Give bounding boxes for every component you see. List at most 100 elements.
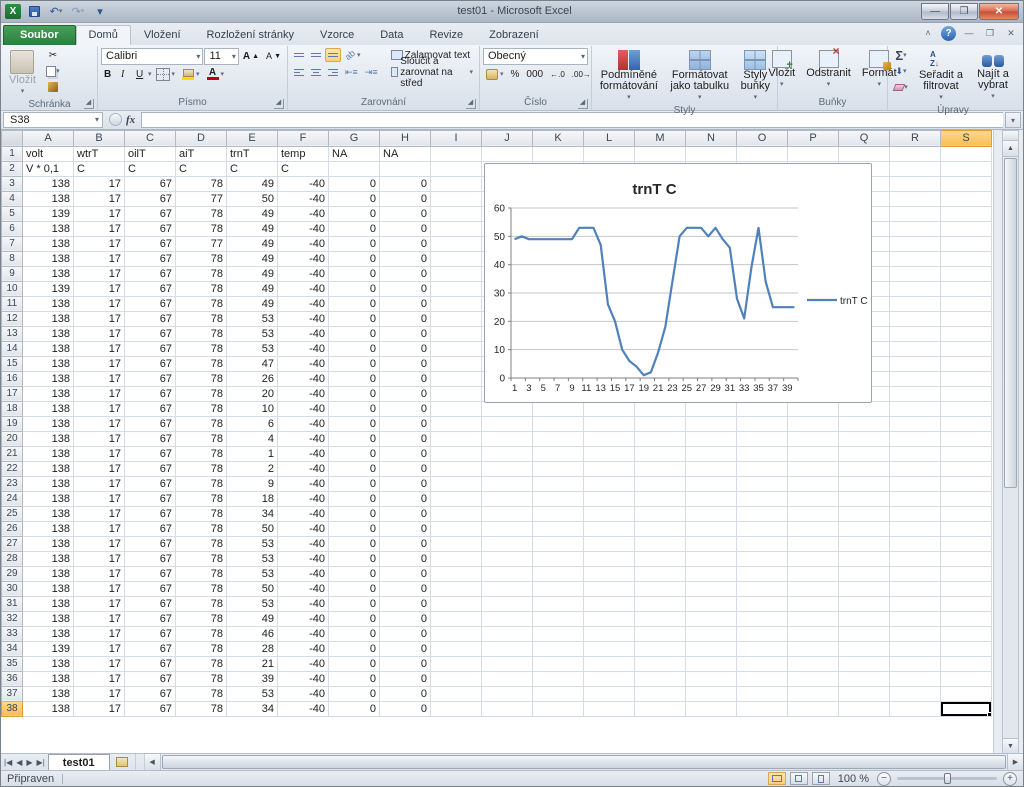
cell-J25[interactable] [482,506,533,521]
cell-H29[interactable]: 0 [380,566,431,581]
cell-I5[interactable] [431,206,482,221]
row-header-10[interactable]: 10 [2,281,23,296]
row-header-9[interactable]: 9 [2,266,23,281]
cell-S6[interactable] [941,221,992,236]
cell-E16[interactable]: 26 [227,371,278,386]
cell-R12[interactable] [890,311,941,326]
cell-B9[interactable]: 17 [74,266,125,281]
cell-F14[interactable]: -40 [278,341,329,356]
cell-O20[interactable] [737,431,788,446]
row-header-31[interactable]: 31 [2,596,23,611]
cell-I38[interactable] [431,701,482,716]
cell-G11[interactable]: 0 [329,296,380,311]
paste-button[interactable]: Vložit▾ [5,48,40,99]
cell-S31[interactable] [941,596,992,611]
cell-A33[interactable]: 138 [23,626,74,641]
cell-D16[interactable]: 78 [176,371,227,386]
cell-H31[interactable]: 0 [380,596,431,611]
cell-O28[interactable] [737,551,788,566]
cell-I9[interactable] [431,266,482,281]
cell-C22[interactable]: 67 [125,461,176,476]
cell-H33[interactable]: 0 [380,626,431,641]
cell-L28[interactable] [584,551,635,566]
align-right-button[interactable] [325,65,341,79]
cell-I3[interactable] [431,176,482,191]
cell-M30[interactable] [635,581,686,596]
cell-S33[interactable] [941,626,992,641]
cell-D35[interactable]: 78 [176,656,227,671]
cell-O29[interactable] [737,566,788,581]
cell-B25[interactable]: 17 [74,506,125,521]
cell-S14[interactable] [941,341,992,356]
cell-I6[interactable] [431,221,482,236]
cell-G27[interactable]: 0 [329,536,380,551]
cell-K34[interactable] [533,641,584,656]
cell-B23[interactable]: 17 [74,476,125,491]
cell-I10[interactable] [431,281,482,296]
cell-N35[interactable] [686,656,737,671]
row-header-15[interactable]: 15 [2,356,23,371]
cell-A35[interactable]: 138 [23,656,74,671]
cell-E33[interactable]: 46 [227,626,278,641]
cell-Q19[interactable] [839,416,890,431]
cell-P23[interactable] [788,476,839,491]
cell-L27[interactable] [584,536,635,551]
cell-A10[interactable]: 139 [23,281,74,296]
orientation-button[interactable]: ab▾ [342,48,364,63]
cell-Q1[interactable] [839,146,890,161]
column-header-Q[interactable]: Q [839,130,890,146]
cell-F19[interactable]: -40 [278,416,329,431]
cell-S13[interactable] [941,326,992,341]
cell-A11[interactable]: 138 [23,296,74,311]
cell-P19[interactable] [788,416,839,431]
cell-G13[interactable]: 0 [329,326,380,341]
cell-C4[interactable]: 67 [125,191,176,206]
cell-I32[interactable] [431,611,482,626]
row-header-1[interactable]: 1 [2,146,23,161]
cell-A25[interactable]: 138 [23,506,74,521]
cell-S17[interactable] [941,386,992,401]
cell-R17[interactable] [890,386,941,401]
column-header-R[interactable]: R [890,130,941,146]
cell-M29[interactable] [635,566,686,581]
cell-C34[interactable]: 67 [125,641,176,656]
cell-G22[interactable]: 0 [329,461,380,476]
cell-I27[interactable] [431,536,482,551]
cell-K33[interactable] [533,626,584,641]
cell-H32[interactable]: 0 [380,611,431,626]
delete-cells-button[interactable]: Odstranit▾ [802,48,855,97]
cell-R19[interactable] [890,416,941,431]
cell-H2[interactable] [380,161,431,176]
cell-C18[interactable]: 67 [125,401,176,416]
copy-button[interactable]: ▾ [43,64,63,79]
last-sheet-icon[interactable]: ▶| [37,758,45,767]
cell-F11[interactable]: -40 [278,296,329,311]
cell-H25[interactable]: 0 [380,506,431,521]
cell-B6[interactable]: 17 [74,221,125,236]
cell-A18[interactable]: 138 [23,401,74,416]
cell-I4[interactable] [431,191,482,206]
cell-C25[interactable]: 67 [125,506,176,521]
cell-P31[interactable] [788,596,839,611]
help-icon[interactable]: ? [941,26,956,41]
cell-P24[interactable] [788,491,839,506]
column-header-A[interactable]: A [23,130,74,146]
cell-P1[interactable] [788,146,839,161]
cell-I33[interactable] [431,626,482,641]
column-header-C[interactable]: C [125,130,176,146]
cell-G1[interactable]: NA [329,146,380,161]
cell-K37[interactable] [533,686,584,701]
cell-I16[interactable] [431,371,482,386]
cell-Q27[interactable] [839,536,890,551]
cell-K23[interactable] [533,476,584,491]
sheet-tab-test01[interactable]: test01 [48,754,110,770]
cell-E35[interactable]: 21 [227,656,278,671]
cell-F2[interactable]: C [278,161,329,176]
cell-P29[interactable] [788,566,839,581]
cell-L33[interactable] [584,626,635,641]
cell-A38[interactable]: 138 [23,701,74,716]
cell-Q22[interactable] [839,461,890,476]
cell-G15[interactable]: 0 [329,356,380,371]
cell-M37[interactable] [635,686,686,701]
cell-B12[interactable]: 17 [74,311,125,326]
